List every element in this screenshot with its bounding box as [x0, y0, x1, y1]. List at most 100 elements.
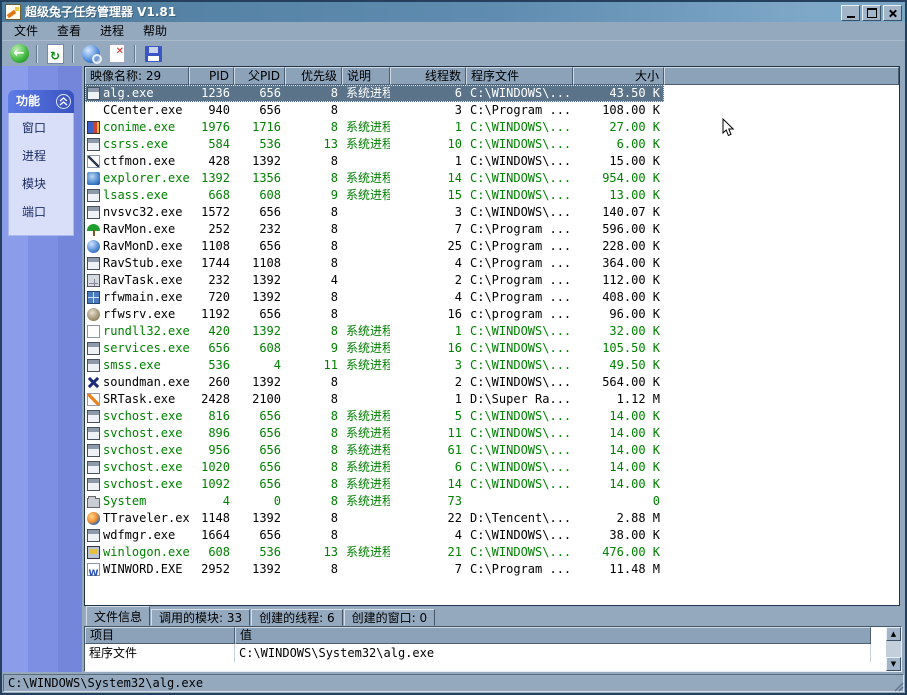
process-row[interactable]: csrss.exe58453613系统进程10C:\WINDOWS\...6.0… [85, 136, 664, 153]
menu-item-3[interactable]: 帮助 [137, 22, 173, 40]
sidebar-item-2[interactable]: 模块 [9, 169, 73, 197]
process-row[interactable]: lsass.exe6686089系统进程15C:\WINDOWS\...13.0… [85, 187, 664, 204]
info-column-header-1[interactable]: 值 [235, 627, 871, 644]
tab-0[interactable]: 文件信息 [86, 606, 150, 626]
process-pid: 1192 [189, 306, 234, 323]
process-row[interactable]: services.exe6566089系统进程16C:\WINDOWS\...1… [85, 340, 664, 357]
column-header-1[interactable]: PID [189, 67, 234, 85]
process-pid: 4 [189, 493, 234, 510]
process-row[interactable]: RavStub.exe1744110884C:\Program ...364.0… [85, 255, 664, 272]
menu-item-2[interactable]: 进程 [94, 22, 130, 40]
back-button[interactable] [6, 43, 32, 65]
info-column-header-0[interactable]: 项目 [85, 627, 235, 644]
process-priority: 8 [285, 391, 342, 408]
sidebar-item-0[interactable]: 窗口 [9, 113, 73, 141]
column-header-6[interactable]: 程序文件 [466, 67, 573, 85]
toolbar-separator [72, 45, 74, 63]
process-row[interactable]: TTraveler.exe11481392822D:\Tencent\...2.… [85, 510, 664, 527]
process-row[interactable]: rfwsrv.exe1192656816c:\program ...96.00 … [85, 306, 664, 323]
process-row[interactable]: soundman.exe260139282C:\WINDOWS\...564.0… [85, 374, 664, 391]
process-row[interactable]: svchost.exe9566568系统进程61C:\WINDOWS\...14… [85, 442, 664, 459]
info-cell-0: 程序文件 [85, 644, 235, 662]
process-row[interactable]: CCenter.exe94065683C:\Program ...108.00 … [85, 102, 664, 119]
column-header-5[interactable]: 线程数 [390, 67, 466, 85]
search-button[interactable] [78, 43, 104, 65]
scroll-down-icon[interactable]: ▼ [886, 657, 901, 671]
tab-1[interactable]: 调用的模块: 33 [151, 609, 250, 626]
process-parent-pid: 2100 [234, 391, 285, 408]
process-row[interactable]: smss.exe536411系统进程3C:\WINDOWS\...49.50 K [85, 357, 664, 374]
process-row[interactable]: ctfmon.exe428139281C:\WINDOWS\...15.00 K [85, 153, 664, 170]
refresh-button[interactable] [42, 43, 68, 65]
column-header-7[interactable]: 大小 [573, 67, 664, 85]
save-button[interactable] [140, 43, 166, 65]
process-name: RavTask.exe [103, 272, 182, 289]
menu-item-1[interactable]: 查看 [51, 22, 87, 40]
window-title: 超级兔子任务管理器 V1.81 [25, 2, 176, 22]
calculator-icon [87, 274, 100, 287]
process-description: 系统进程 [342, 136, 390, 153]
kill-process-button[interactable] [104, 43, 130, 65]
process-row[interactable]: svchost.exe10926568系统进程14C:\WINDOWS\...1… [85, 476, 664, 493]
process-program-file: C:\Program ... [466, 221, 573, 238]
process-row[interactable]: winlogon.exe60853613系统进程21C:\WINDOWS\...… [85, 544, 664, 561]
process-program-file: C:\WINDOWS\... [466, 442, 573, 459]
process-size: 2.88 M [573, 510, 664, 527]
process-row[interactable]: svchost.exe10206568系统进程6C:\WINDOWS\...14… [85, 459, 664, 476]
process-row[interactable]: WINWORD.EXE2952139287C:\Program ...11.48… [85, 561, 664, 578]
minimize-button[interactable] [841, 5, 860, 21]
process-row[interactable]: nvsvc32.exe157265683C:\WINDOWS\...140.07… [85, 204, 664, 221]
tab-3[interactable]: 创建的窗口: 0 [344, 609, 436, 626]
window-icon [87, 427, 100, 440]
process-pid: 2428 [189, 391, 234, 408]
word-icon [87, 563, 100, 576]
sidebar-item-1[interactable]: 进程 [9, 141, 73, 169]
process-program-file: C:\Program ... [466, 238, 573, 255]
tab-2[interactable]: 创建的线程: 6 [251, 609, 343, 626]
toolbar-separator [134, 45, 136, 63]
process-row[interactable]: wdfmgr.exe166465684C:\WINDOWS\...38.00 K [85, 527, 664, 544]
info-cell-1: C:\WINDOWS\System32\alg.exe [235, 644, 871, 662]
info-row[interactable]: 程序文件C:\WINDOWS\System32\alg.exe [85, 644, 901, 662]
process-parent-pid: 1392 [234, 289, 285, 306]
process-row[interactable]: RavMonD.exe1108656825C:\Program ...228.0… [85, 238, 664, 255]
info-scrollbar[interactable]: ▲ ▼ [886, 627, 901, 671]
column-header-3[interactable]: 优先级 [285, 67, 342, 85]
process-size: 49.50 K [573, 357, 664, 374]
process-row[interactable]: svchost.exe8166568系统进程5C:\WINDOWS\...14.… [85, 408, 664, 425]
process-parent-pid: 1108 [234, 255, 285, 272]
process-row[interactable]: System408系统进程730 [85, 493, 664, 510]
process-row[interactable]: alg.exe12366568系统进程6C:\WINDOWS\...43.50 … [85, 85, 664, 102]
process-size: 596.00 K [573, 221, 664, 238]
close-button[interactable] [883, 5, 902, 21]
process-parent-pid: 536 [234, 544, 285, 561]
process-row[interactable]: RavMon.exe25223287C:\Program ...596.00 K [85, 221, 664, 238]
process-row[interactable]: explorer.exe139213568系统进程14C:\WINDOWS\..… [85, 170, 664, 187]
sidebar-item-3[interactable]: 端口 [9, 197, 73, 225]
process-listview: 映像名称: 29PID父PID优先级说明线程数程序文件大小 alg.exe123… [84, 66, 900, 606]
process-pid: 1236 [189, 85, 234, 102]
process-parent-pid: 232 [234, 221, 285, 238]
collapse-button[interactable] [56, 94, 71, 109]
column-header-2[interactable]: 父PID [234, 67, 285, 85]
menu-item-0[interactable]: 文件 [8, 22, 44, 40]
column-header-4[interactable]: 说明 [342, 67, 390, 85]
process-name: rfwsrv.exe [103, 306, 175, 323]
column-header-0[interactable]: 映像名称: 29 [85, 67, 189, 85]
process-priority: 8 [285, 510, 342, 527]
process-row[interactable]: svchost.exe8966568系统进程11C:\WINDOWS\...14… [85, 425, 664, 442]
process-row[interactable]: RavTask.exe232139242C:\Program ...112.00… [85, 272, 664, 289]
process-row[interactable]: conime.exe197617168系统进程1C:\WINDOWS\...27… [85, 119, 664, 136]
scroll-up-icon[interactable]: ▲ [886, 627, 901, 641]
process-priority: 8 [285, 561, 342, 578]
resize-grip[interactable] [892, 680, 904, 692]
process-priority: 8 [285, 476, 342, 493]
menubar: 文件查看进程帮助 [2, 22, 905, 41]
process-row[interactable]: rfwmain.exe720139284C:\Program ...408.00… [85, 289, 664, 306]
process-description [342, 272, 390, 289]
function-panel-header[interactable]: 功能 [8, 90, 74, 113]
process-pid: 1744 [189, 255, 234, 272]
maximize-button[interactable] [862, 5, 881, 21]
process-row[interactable]: rundll32.exe42013928系统进程1C:\WINDOWS\...3… [85, 323, 664, 340]
process-row[interactable]: SRTask.exe2428210081D:\Super Ra...1.12 M [85, 391, 664, 408]
